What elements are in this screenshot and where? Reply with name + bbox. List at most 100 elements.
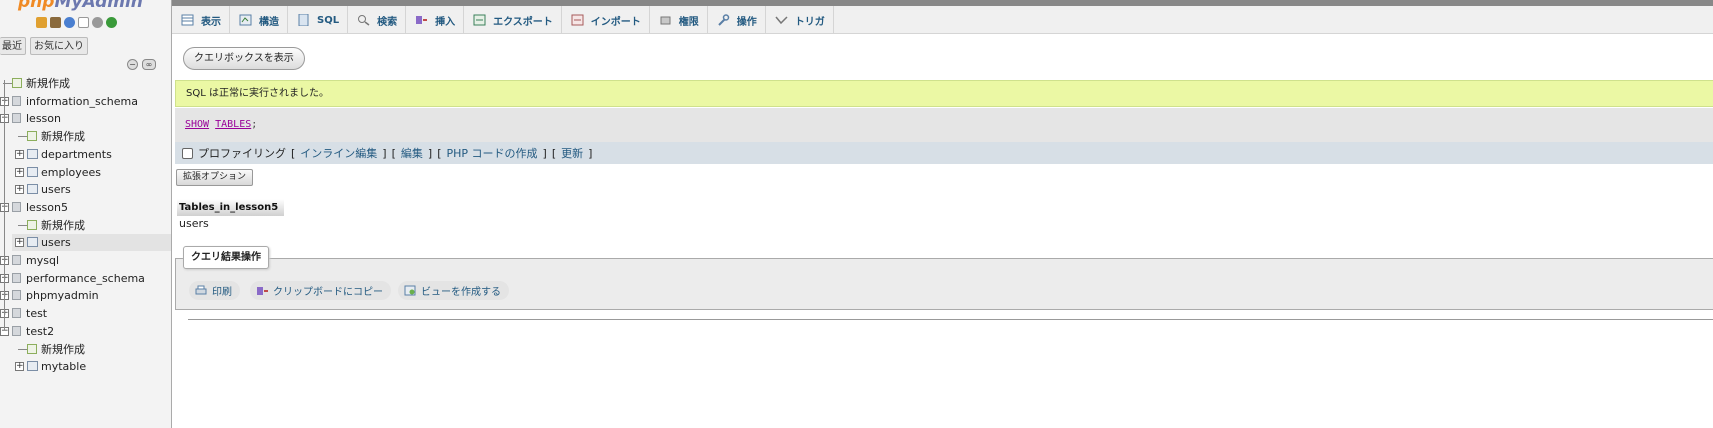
tab-privileges[interactable]: 権限 [650,6,708,34]
tree-new-item[interactable]: 新規作成 [0,75,171,92]
tree-database[interactable]: + information_schema [0,93,171,110]
copy-to-clipboard-button[interactable]: クリップボードにコピー [250,281,391,300]
print-icon [195,285,207,296]
tree-item-label: mysql [26,254,59,267]
navigation-panel: phpMyAdmin 最近 お気に入り − ∞ 新規作成 + information… [0,0,172,428]
privileges-icon [659,14,672,26]
tab-import[interactable]: インポート [562,6,650,34]
sql-query-icon[interactable] [50,17,61,28]
tree-connector [18,349,27,350]
tree-database[interactable]: + test [0,305,171,322]
success-message: SQL は正常に実行されました。 [175,80,1713,107]
tree-item-label: mytable [41,360,87,373]
database-icon [12,290,21,300]
tree-database[interactable]: + phpmyadmin [0,287,171,304]
tab-operations[interactable]: 操作 [708,6,766,34]
print-button[interactable]: 印刷 [189,281,240,300]
tree-database[interactable]: − lesson5 [0,199,171,216]
tree-item-label: users [41,183,71,196]
bracket-close: ] [542,146,547,160]
edit-link[interactable]: 編集 [401,145,423,161]
expand-toggle-icon[interactable]: + [15,168,24,177]
tab-recent[interactable]: 最近 [0,37,26,55]
separator-line [188,319,1713,320]
settings-icon[interactable] [92,17,103,28]
tree-item-label: lesson5 [26,201,68,214]
refresh-link[interactable]: 更新 [561,145,583,161]
query-tools-bar: プロファイリング [ インライン編集 ] [ 編集 ] [ PHP コードの作成… [175,142,1713,164]
database-icon [12,96,21,106]
phpmyadmin-logo[interactable]: phpMyAdmin [18,0,143,12]
bracket-open: [ [551,146,557,160]
tree-database[interactable]: − lesson [0,110,171,127]
expand-toggle-icon[interactable]: + [15,362,24,371]
home-icon[interactable] [36,17,47,28]
export-icon [473,14,486,26]
tree-new-item[interactable]: 新規作成 [12,341,171,358]
import-icon [571,14,584,26]
link-with-main-icon[interactable]: ∞ [142,59,156,70]
docs-icon[interactable] [78,17,89,28]
show-query-box-button[interactable]: クエリボックスを表示 [183,47,305,70]
tree-table[interactable]: + departments [12,146,171,163]
collapse-all-icon[interactable]: − [127,59,138,70]
bracket-open: [ [437,146,442,160]
expand-toggle-icon[interactable]: + [15,150,24,159]
expand-toggle-icon[interactable]: + [15,185,24,194]
tree-item-label: employees [41,166,102,179]
table-icon [27,237,38,247]
tree-guide-line [4,80,5,330]
table-icon [27,184,38,194]
structure-icon [239,14,252,26]
help-icon[interactable] [64,17,75,28]
tab-browse[interactable]: 表示 [172,6,230,34]
search-icon [357,14,370,26]
tree-item-label: information_schema [26,95,138,108]
new-item-icon [27,131,37,141]
tree-table[interactable]: + users [12,234,171,251]
sql-keyword-tables[interactable]: TABLES [215,119,251,130]
tree-database[interactable]: + mysql [0,252,171,269]
tree-database[interactable]: + performance_schema [0,270,171,287]
bracket-open: [ [291,146,296,160]
sql-keyword-show[interactable]: SHOW [185,119,209,130]
create-php-code-link[interactable]: PHP コードの作成 [446,145,537,161]
tree-new-item[interactable]: 新規作成 [12,217,171,234]
reload-icon[interactable] [106,17,117,28]
tab-favorites[interactable]: お気に入り [30,37,88,55]
result-column-header[interactable]: Tables_in_lesson5 [177,199,284,216]
bracket-open: [ [391,146,396,160]
wrench-icon [717,14,730,26]
bracket-close: ] [588,146,593,160]
database-icon [12,308,21,318]
tab-triggers[interactable]: トリガ [766,6,834,34]
new-item-icon [12,78,22,88]
table-icon [27,149,38,159]
browse-icon [181,14,194,26]
tab-insert[interactable]: 挿入 [406,6,465,34]
nav-tabs: 最近 お気に入り [0,37,88,55]
tree-table[interactable]: + mytable [12,358,171,375]
create-view-icon [404,285,416,296]
tab-structure[interactable]: 構造 [230,6,288,34]
tree-item-label: 新規作成 [41,219,85,232]
tab-search[interactable]: 検索 [348,6,407,34]
sql-icon [297,13,310,27]
tree-connector [18,136,27,137]
expand-toggle-icon[interactable]: + [15,238,24,247]
sql-terminator: ; [251,119,258,130]
extra-options-button[interactable]: 拡張オプション [176,169,254,186]
tree-database[interactable]: − test2 [0,323,171,340]
database-icon [12,202,21,212]
inline-edit-link[interactable]: インライン編集 [300,145,377,161]
tree-table[interactable]: + employees [12,164,171,181]
tree-table[interactable]: + users [12,181,171,198]
create-view-button[interactable]: ビューを作成する [398,281,509,300]
tab-export[interactable]: エクスポート [464,6,562,34]
insert-icon [415,14,428,26]
tab-sql[interactable]: SQL [288,6,349,34]
tree-connector [18,225,27,226]
tree-new-item[interactable]: 新規作成 [12,128,171,145]
profiling-checkbox[interactable] [182,147,193,159]
bracket-close: ] [427,146,433,160]
